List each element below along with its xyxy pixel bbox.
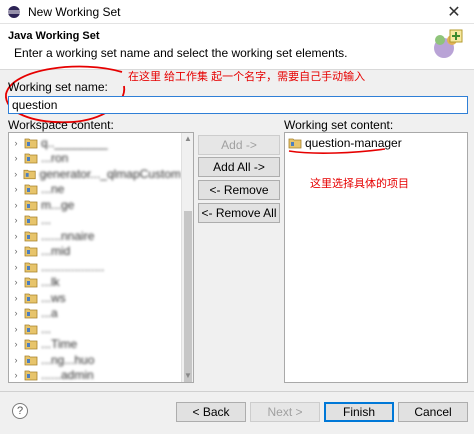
workspace-tree[interactable]: › q..________ › ...ron › generator..._qlmapCu… xyxy=(8,132,194,383)
tree-row-label: ...ws xyxy=(41,290,66,305)
java-project-icon xyxy=(24,355,38,366)
working-set-content-label: Working set content: xyxy=(284,118,394,132)
expand-arrow-icon[interactable]: › xyxy=(11,138,21,148)
java-project-icon xyxy=(24,138,38,149)
wizard-heading: Java Working Set xyxy=(8,30,100,42)
expand-arrow-icon[interactable]: › xyxy=(11,370,21,380)
select-annotation: 这里选择具体的项目 xyxy=(310,178,409,190)
expand-arrow-icon[interactable]: › xyxy=(11,200,21,210)
workspace-content-label: Workspace content: xyxy=(8,118,114,132)
tree-row[interactable]: ›... xyxy=(9,321,181,337)
expand-arrow-icon[interactable]: › xyxy=(11,215,21,225)
java-project-icon xyxy=(24,246,38,257)
expand-arrow-icon[interactable]: › xyxy=(11,324,21,334)
java-project-icon xyxy=(24,184,38,195)
tree-row[interactable]: › ...mid xyxy=(9,244,181,260)
expand-arrow-icon[interactable]: › xyxy=(11,293,21,303)
working-set-icon xyxy=(434,29,463,58)
title-bar: New Working Set ✕ xyxy=(0,0,474,24)
tree-row-label: ...ng...huo xyxy=(41,352,95,367)
tree-row-label: ...ron xyxy=(41,151,69,166)
name-label: Working set name: xyxy=(8,80,108,94)
expand-arrow-icon[interactable]: › xyxy=(11,262,21,272)
tree-row-label: ...ne xyxy=(41,182,65,197)
help-button[interactable]: ? xyxy=(12,403,28,419)
java-project-icon xyxy=(24,200,38,211)
tree-row[interactable]: ›... xyxy=(9,213,181,229)
java-project-icon xyxy=(24,308,38,319)
tree-row-label: ...lk xyxy=(41,275,60,290)
expand-arrow-icon[interactable]: › xyxy=(11,169,20,179)
add-all-button[interactable]: Add All -> xyxy=(198,157,280,177)
tree-row-label: ...mid xyxy=(41,244,71,259)
scroll-up-icon[interactable]: ▲ xyxy=(182,133,193,145)
tree-row[interactable]: › generator..._qlmapCustom xyxy=(9,166,181,182)
annotation-underline xyxy=(288,148,386,154)
java-project-icon xyxy=(24,339,38,350)
expand-arrow-icon[interactable]: › xyxy=(11,308,21,318)
tree-row[interactable]: ›................... xyxy=(9,259,181,275)
help-icon: ? xyxy=(16,405,24,417)
cancel-button[interactable]: Cancel xyxy=(398,402,468,422)
tree-row[interactable]: › ...lk xyxy=(9,275,181,291)
tree-row-label: ...Time xyxy=(41,337,78,352)
tree-row[interactable]: › ......admin xyxy=(9,368,181,383)
back-button[interactable]: < Back xyxy=(176,402,246,422)
java-project-icon xyxy=(24,153,38,164)
remove-all-button[interactable]: <- Remove All xyxy=(198,203,280,223)
tree-row[interactable]: › ...ng...huo xyxy=(9,352,181,368)
tree-row[interactable]: › ...a xyxy=(9,306,181,322)
tree-row[interactable]: › m...ge xyxy=(9,197,181,213)
java-project-icon xyxy=(24,324,38,335)
tree-row-label: m...ge xyxy=(41,197,75,212)
add-button[interactable]: Add -> xyxy=(198,135,280,155)
expand-arrow-icon[interactable]: › xyxy=(11,277,21,287)
scroll-down-icon[interactable]: ▼ xyxy=(182,370,193,382)
tree-row-label: ......nnaire xyxy=(41,228,95,243)
workspace-rows: › q..________ › ...ron › generator..._qlmapCu… xyxy=(9,135,181,383)
window-title: New Working Set xyxy=(28,4,121,19)
working-set-content-list[interactable]: question-manager xyxy=(284,132,468,383)
java-project-icon xyxy=(24,277,38,288)
tree-row[interactable]: › ...ron xyxy=(9,151,181,167)
tree-row-label: ... xyxy=(41,213,52,228)
next-button[interactable]: Next > xyxy=(250,402,320,422)
name-annotation: 在这里 给工作集 起一个名字，需要自己手动输入 xyxy=(128,71,366,83)
eclipse-icon xyxy=(8,5,20,18)
remove-button[interactable]: <- Remove xyxy=(198,180,280,200)
expand-arrow-icon[interactable]: › xyxy=(11,184,21,194)
scroll-thumb[interactable] xyxy=(184,211,192,382)
tree-row[interactable]: › ...ws xyxy=(9,290,181,306)
java-project-icon xyxy=(24,370,38,381)
tree-row[interactable]: › ......nnaire xyxy=(9,228,181,244)
footer-separator xyxy=(0,391,474,392)
expand-arrow-icon[interactable]: › xyxy=(11,355,21,365)
java-project-icon xyxy=(23,169,37,179)
tree-row-label: ... xyxy=(41,321,52,336)
tree-row[interactable]: › ...Time xyxy=(9,337,181,353)
java-project-icon xyxy=(24,215,38,226)
tree-row-label: ......admin xyxy=(41,368,94,383)
workspace-scrollbar[interactable]: ▲ ▼ xyxy=(181,133,193,382)
working-set-name-input[interactable] xyxy=(8,96,468,114)
finish-button[interactable]: Finish xyxy=(324,402,394,422)
expand-arrow-icon[interactable]: › xyxy=(11,246,21,256)
java-project-icon xyxy=(24,262,38,273)
tree-row[interactable]: › q..________ xyxy=(9,135,181,151)
tree-row[interactable]: › ...ne xyxy=(9,182,181,198)
tree-row-label: ...a xyxy=(41,306,58,321)
java-project-icon xyxy=(24,293,38,304)
tree-row-label: ................... xyxy=(41,259,105,274)
wizard-description: Enter a working set name and select the … xyxy=(14,46,348,60)
java-project-icon xyxy=(24,231,38,242)
close-icon: ✕ xyxy=(447,4,461,21)
close-button[interactable]: ✕ xyxy=(434,0,474,24)
expand-arrow-icon[interactable]: › xyxy=(11,339,21,349)
tree-row-label: generator..._qlmapCustom xyxy=(39,166,181,181)
expand-arrow-icon[interactable]: › xyxy=(11,153,21,163)
tree-row-label: q..________ xyxy=(41,135,108,150)
expand-arrow-icon[interactable]: › xyxy=(11,231,21,241)
